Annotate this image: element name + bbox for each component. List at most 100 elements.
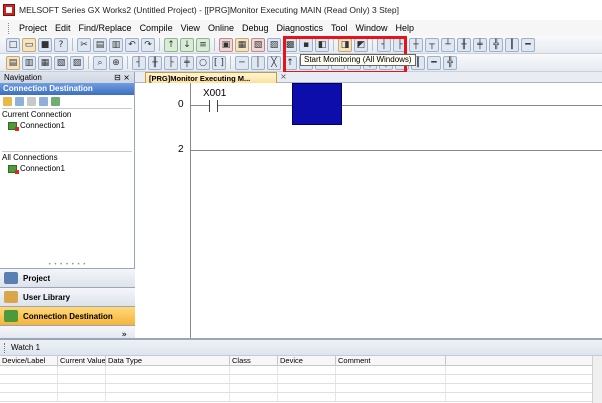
navigation-panel: Navigation ⊟ × Connection Destination Cu… (0, 72, 135, 343)
zoom-icon[interactable]: ⊕ (109, 55, 123, 70)
editor-tab-strip: [PRG]Monitor Executing M... × (135, 72, 602, 83)
save-icon[interactable]: ■ (38, 37, 52, 52)
project-button[interactable]: Project (0, 268, 135, 287)
ladder-symbol-icon[interactable]: ┼ (409, 37, 423, 52)
search-device-icon[interactable]: ⌕ (93, 55, 107, 70)
all-connections-item[interactable]: Connection1 (0, 163, 134, 174)
coil-icon[interactable]: ○ (196, 55, 210, 70)
write-to-plc-icon[interactable]: ↑ (164, 37, 178, 52)
ladder-symbol-icon[interactable]: ┃ (505, 37, 519, 52)
menu-online[interactable]: Online (204, 23, 238, 33)
device-list-icon[interactable]: ▨ (70, 55, 84, 70)
watch-column-headers: Device/Label Current Value Data Type Cla… (0, 356, 602, 366)
connection-destination-button[interactable]: Connection Destination (0, 306, 135, 325)
output-window-icon[interactable]: ▦ (38, 55, 52, 70)
column-comment[interactable]: Comment (336, 356, 446, 365)
column-class[interactable]: Class (230, 356, 278, 365)
project-button-label: Project (23, 273, 51, 283)
menu-debug[interactable]: Debug (238, 23, 273, 33)
delete-line-icon[interactable]: ╳ (267, 55, 281, 70)
connection-name: Connection1 (20, 164, 65, 173)
verify-plc-icon[interactable]: ≡ (196, 37, 210, 52)
watch-window: Watch 1 Device/Label Current Value Data … (0, 338, 602, 403)
column-current-value[interactable]: Current Value (58, 356, 106, 365)
connection-icon (8, 121, 19, 131)
watch-title: Watch 1 (11, 343, 41, 352)
close-tab-icon[interactable]: × (279, 73, 288, 82)
vertical-line-icon[interactable]: │ (251, 55, 265, 70)
new-connection-icon[interactable] (3, 97, 12, 106)
navigation-title: Navigation (4, 73, 42, 82)
menu-bar: Project Edit Find/Replace Compile View O… (0, 20, 602, 36)
rung-line (191, 105, 209, 106)
column-device[interactable]: Device (278, 356, 336, 365)
paste-icon[interactable]: ▥ (109, 37, 123, 52)
ladder-symbol-icon[interactable]: ╫ (457, 37, 471, 52)
ladder-tool-icon[interactable]: ━ (427, 55, 441, 70)
ladder-editor[interactable]: 0 X001 2 (135, 83, 602, 338)
tab-monitor-executing-main[interactable]: [PRG]Monitor Executing M... (145, 72, 277, 83)
ladder-symbol-icon[interactable]: ╪ (473, 37, 487, 52)
watch-scrollbar[interactable] (592, 356, 602, 403)
ladder-symbol-icon[interactable]: ╬ (489, 37, 503, 52)
navigation-window-icon[interactable]: ▤ (6, 55, 20, 70)
project-icon (4, 272, 18, 284)
toolbar-separator (88, 56, 89, 69)
horizontal-line-icon[interactable]: ─ (235, 55, 249, 70)
menu-find-replace[interactable]: Find/Replace (75, 23, 136, 33)
parallel-closed-contact-icon[interactable]: ╪ (180, 55, 194, 70)
column-device-label[interactable]: Device/Label (0, 356, 58, 365)
application-instruction-icon[interactable]: [ ] (212, 55, 226, 70)
open-contact-icon[interactable]: ┤ (132, 55, 146, 70)
table-row[interactable] (0, 375, 602, 384)
column-data-type[interactable]: Data Type (106, 356, 230, 365)
new-project-icon[interactable]: □ (6, 37, 20, 52)
copy-icon[interactable]: ▤ (93, 37, 107, 52)
ladder-symbol-icon[interactable]: ━ (521, 37, 535, 52)
closed-contact-icon[interactable]: ╫ (148, 55, 162, 70)
left-power-rail (190, 83, 191, 338)
start-monitoring-all-windows-icon[interactable]: ▦ (235, 37, 249, 52)
menu-project[interactable]: Project (15, 23, 51, 33)
copy-connection-icon[interactable] (15, 97, 24, 106)
menu-help[interactable]: Help (392, 23, 419, 33)
help-icon[interactable]: ? (54, 37, 68, 52)
properties-icon[interactable] (39, 97, 48, 106)
current-connection-label: Current Connection (2, 110, 72, 119)
start-monitoring-icon[interactable]: ▨ (267, 37, 281, 52)
monitor-mode-icon[interactable]: ▣ (219, 37, 233, 52)
ladder-symbol-icon[interactable]: ┴ (441, 37, 455, 52)
parallel-open-contact-icon[interactable]: ├ (164, 55, 178, 70)
menu-view[interactable]: View (177, 23, 204, 33)
connection-icon (8, 164, 19, 174)
menu-edit[interactable]: Edit (51, 23, 75, 33)
user-library-button[interactable]: User Library (0, 287, 135, 306)
stop-monitoring-all-windows-icon[interactable]: ▧ (251, 37, 265, 52)
pin-close-icon[interactable]: ⊟ × (114, 73, 130, 82)
refresh-icon[interactable] (51, 97, 60, 106)
element-selection-icon[interactable]: ▥ (22, 55, 36, 70)
menu-window[interactable]: Window (352, 23, 392, 33)
menu-compile[interactable]: Compile (136, 23, 177, 33)
menu-diagnostics[interactable]: Diagnostics (272, 23, 327, 33)
connection-destination-icon (4, 310, 18, 322)
start-monitoring-tooltip: Start Monitoring (All Windows) (300, 54, 416, 66)
read-from-plc-icon[interactable]: ↓ (180, 37, 194, 52)
table-row[interactable] (0, 384, 602, 393)
ladder-symbol-icon[interactable]: ┬ (425, 37, 439, 52)
menu-tool[interactable]: Tool (327, 23, 352, 33)
table-row[interactable] (0, 366, 602, 375)
contact-left-bar (209, 100, 210, 112)
table-row[interactable] (0, 393, 602, 402)
current-connection-item[interactable]: Connection1 (0, 120, 134, 131)
navigation-buttons: • • • • • • • Project User Library Conne… (0, 262, 135, 343)
cut-icon[interactable]: ✂ (77, 37, 91, 52)
undo-icon[interactable]: ↶ (125, 37, 139, 52)
all-connections-label: All Connections (2, 153, 58, 162)
delete-connection-icon[interactable] (27, 97, 36, 106)
redo-icon[interactable]: ↷ (141, 37, 155, 52)
app-icon (3, 4, 15, 16)
open-project-icon[interactable]: ▭ (22, 37, 36, 52)
ladder-tool-icon[interactable]: ╬ (443, 55, 457, 70)
cross-reference-icon[interactable]: ▧ (54, 55, 68, 70)
